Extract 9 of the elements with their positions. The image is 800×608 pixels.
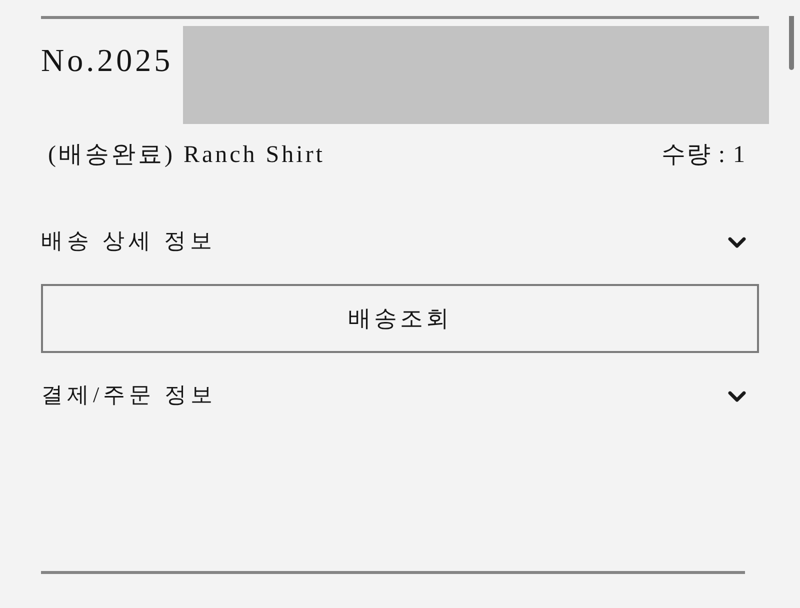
chevron-down-icon[interactable]: [728, 390, 746, 402]
accordion-header[interactable]: 결제/주문 정보: [41, 380, 759, 408]
tracking-button[interactable]: 배송조회: [41, 284, 759, 353]
chevron-down-icon[interactable]: [728, 236, 746, 248]
order-number: No.2025: [41, 42, 174, 79]
accordion-header[interactable]: 배송 상세 정보: [41, 226, 759, 254]
quantity-label: 수량 : 1: [661, 141, 747, 170]
scrollbar-thumb[interactable]: [789, 16, 794, 70]
product-title: (배송완료) Ranch Shirt: [47, 141, 325, 170]
